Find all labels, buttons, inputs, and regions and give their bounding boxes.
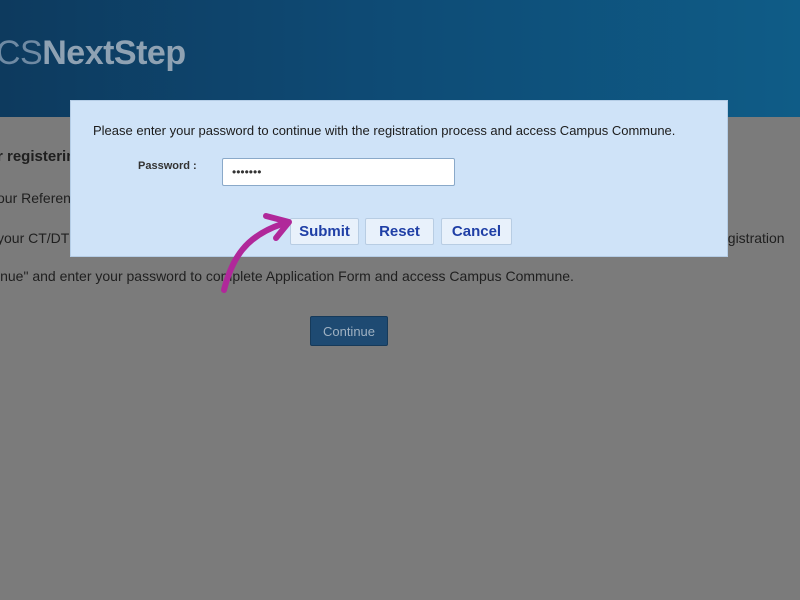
logo: CSNextStep (0, 34, 186, 73)
page-heading: r registerin (0, 148, 76, 165)
instruction-line-1: our Referen (0, 190, 71, 206)
password-label: Password : (138, 160, 197, 172)
instruction-line-2-right: egistration (720, 230, 785, 246)
password-dialog: Please enter your password to continue w… (70, 100, 728, 257)
logo-prefix: CS (0, 34, 43, 72)
submit-button[interactable]: Submit (290, 218, 359, 245)
cancel-button[interactable]: Cancel (441, 218, 512, 245)
continue-button[interactable]: Continue (310, 316, 388, 346)
password-input[interactable] (222, 158, 455, 186)
reset-button[interactable]: Reset (365, 218, 434, 245)
logo-text: NextStep (42, 34, 186, 72)
instruction-line-2: your CT/DT (0, 230, 70, 246)
dialog-message: Please enter your password to continue w… (93, 123, 676, 138)
instruction-line-3: inue" and enter your password to complet… (0, 268, 574, 284)
